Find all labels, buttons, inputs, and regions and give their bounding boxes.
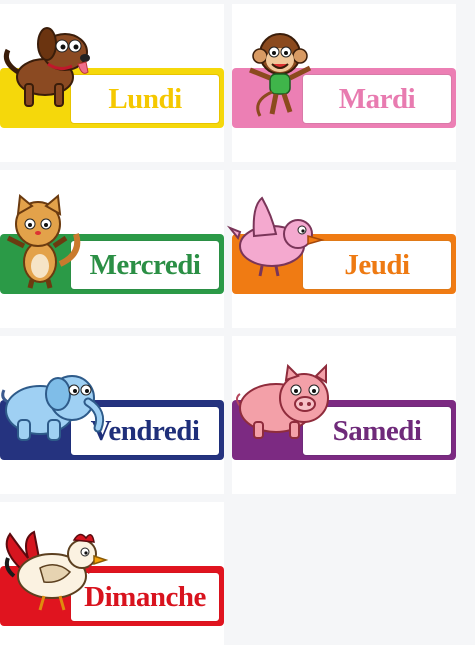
rooster-icon (0, 528, 110, 614)
day-label: Jeudi (302, 240, 452, 290)
day-card-mardi: Mardi (232, 4, 456, 162)
dog-icon (0, 22, 100, 112)
day-card-mercredi: Mercredi (0, 170, 224, 328)
day-card-dimanche: Dimanche (0, 502, 224, 645)
cat-icon (2, 194, 84, 290)
bird-icon (226, 196, 325, 280)
pig-icon (234, 362, 338, 448)
day-label: Mercredi (70, 240, 220, 290)
monkey-icon (242, 26, 322, 126)
day-card-samedi: Samedi (232, 336, 456, 494)
day-label: Mardi (302, 74, 452, 124)
elephant-icon (0, 362, 108, 446)
day-card-vendredi: Vendredi (0, 336, 224, 494)
day-card-lundi: Lundi (0, 4, 224, 162)
day-card-jeudi: Jeudi (226, 170, 456, 328)
